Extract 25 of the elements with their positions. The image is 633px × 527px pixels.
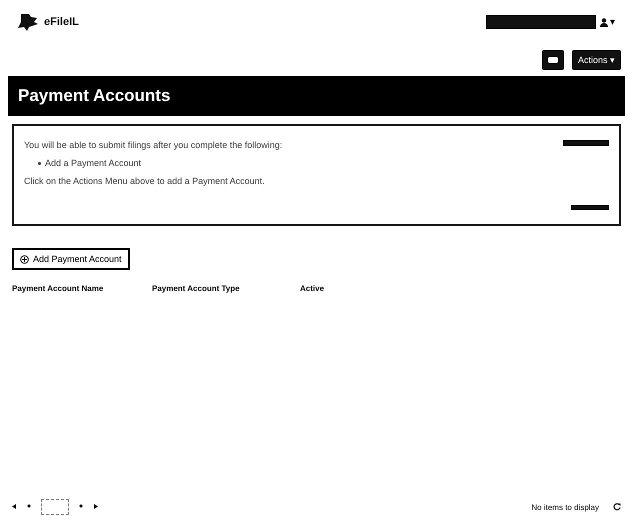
page-title: Payment Accounts	[8, 76, 625, 116]
notice-item: Add a Payment Account	[45, 158, 142, 168]
pager-status: No items to display	[531, 502, 599, 512]
card-icon	[548, 56, 558, 64]
actions-button[interactable]: Actions ▾	[572, 50, 621, 70]
next-page-button[interactable]	[79, 504, 83, 510]
redaction-bar	[563, 140, 609, 146]
logo-text: eFileIL	[44, 16, 79, 28]
column-header: Payment Account Name	[12, 284, 104, 293]
flag-icon	[18, 12, 40, 32]
last-page-button[interactable]	[93, 504, 98, 510]
plus-circle-icon	[20, 254, 29, 264]
card-button[interactable]	[542, 50, 564, 70]
notice-text: You will be able to submit filings after you complete the following:	[24, 140, 282, 150]
previous-page-button[interactable]	[27, 504, 31, 510]
redaction-bar	[571, 205, 609, 210]
add-payment-account-button[interactable]: Add Payment Account	[12, 248, 130, 270]
bullet-icon	[38, 162, 41, 164]
refresh-icon[interactable]	[613, 503, 621, 511]
page-field[interactable]	[41, 499, 69, 515]
notice-text: Click on the Actions Menu above to add a Payment Account.	[24, 176, 266, 186]
first-page-button[interactable]	[12, 504, 17, 510]
column-header: Active	[300, 284, 326, 293]
user-menu-button[interactable]: ▾	[600, 16, 615, 28]
column-header: Payment Account Type	[152, 284, 241, 293]
